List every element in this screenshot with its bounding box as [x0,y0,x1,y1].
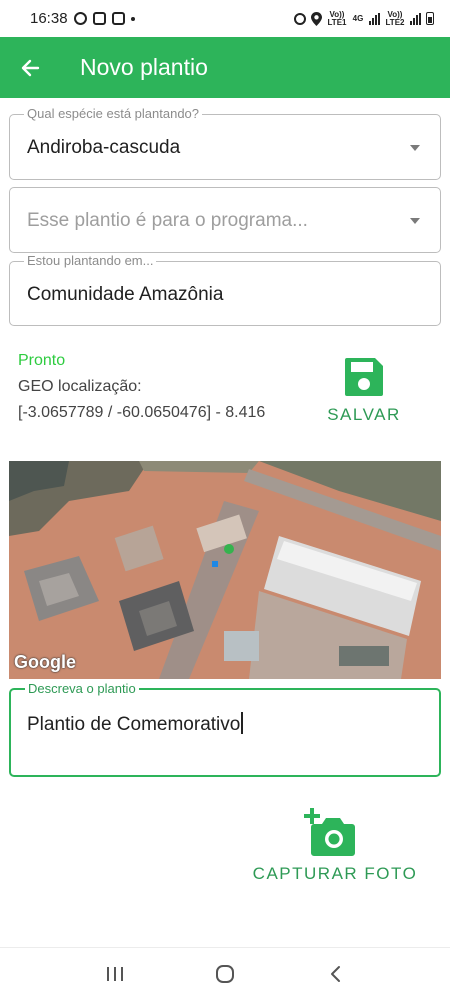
battery-icon [426,12,434,25]
recents-button[interactable] [95,954,135,994]
signal2-icon [410,12,421,25]
back-button[interactable] [0,37,60,98]
google-logo: Google [14,652,76,672]
status-ready-text: Pronto [18,352,66,369]
location-icon [311,11,322,26]
instagram-icon [111,12,125,25]
geo-label: GEO localização: [18,378,142,395]
species-value: Andiroba-cascuda [27,137,181,158]
chevron-down-icon [410,218,420,224]
arrow-left-icon [21,59,40,76]
add-camera-icon [304,808,358,858]
whatsapp-icon [73,12,87,25]
network-label: 4G [352,13,364,23]
text-cursor [241,712,244,734]
page-title: Novo plantio [80,54,208,80]
gallery-icon [92,12,106,25]
system-nav-bar [0,947,450,1000]
description-value: Plantio de Comemorativo [27,712,244,736]
program-placeholder: Esse plantio é para o programa... [27,210,308,231]
dot-icon [130,16,135,21]
app-bar: Novo plantio [0,37,450,98]
description-text: Plantio de Comemorativo [27,714,241,735]
sim1-label: Vo)) LTE1 [327,9,347,27]
floppy-disk-icon [343,356,385,398]
chevron-down-icon [410,145,420,151]
status-bar: 16:38 Vo)) LTE1 4G Vo)) LTE2 [0,0,450,37]
geo-status: Pronto GEO localização: [-3.0657789 / -6… [18,352,265,422]
capture-photo-label: CAPTURAR FOTO [252,864,418,883]
chevron-left-icon [331,966,340,982]
recents-icon [107,967,123,981]
program-select[interactable]: Esse plantio é para o programa... [9,187,441,253]
species-select[interactable]: Qual espécie está plantando? Andiroba-ca… [9,106,441,180]
geo-value: [-3.0657789 / -60.0650476] - 8.416 [18,404,266,421]
save-label: SALVAR [327,405,401,424]
capture-photo-button[interactable]: CAPTURAR FOTO [250,808,420,884]
species-legend: Qual espécie está plantando? [24,106,203,121]
alarm-icon [294,12,306,25]
nav-back-button[interactable] [315,954,355,994]
location-legend: Estou plantando em... [24,253,157,268]
clock: 16:38 [30,10,68,27]
signal-icon [369,12,380,25]
map-view[interactable]: Google [9,461,441,679]
home-icon [216,965,234,983]
home-button[interactable] [205,954,245,994]
location-value: Comunidade Amazônia [27,284,224,305]
save-button[interactable]: SALVAR [322,356,406,425]
description-input[interactable]: Descreva o plantio Plantio de Comemorati… [9,681,441,777]
sim2-label: Vo)) LTE2 [385,9,405,27]
location-input[interactable]: Estou plantando em... Comunidade Amazôni… [9,253,441,326]
description-legend: Descreva o plantio [25,681,139,696]
